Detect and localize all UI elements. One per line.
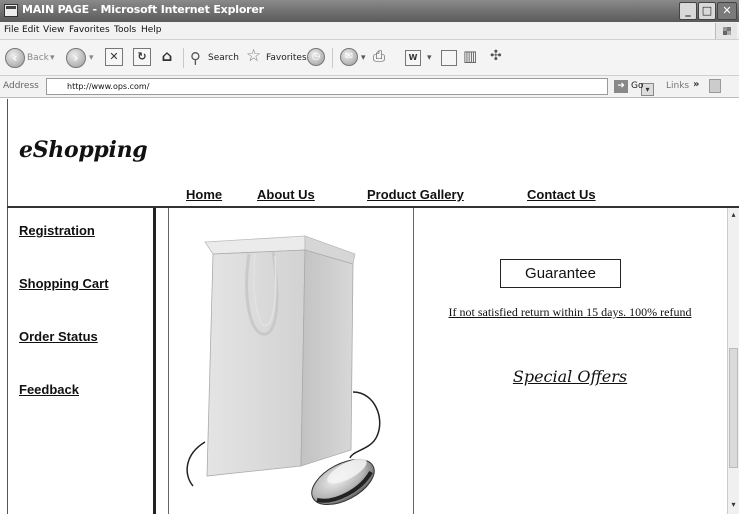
forward-icon[interactable]: › [66, 48, 86, 68]
close-button[interactable]: ✕ [717, 2, 737, 20]
go-button[interactable]: Go [631, 81, 643, 91]
address-input[interactable]: http://www.ops.com/ ▾ [46, 78, 654, 96]
favorites-icon[interactable]: ☆ [246, 46, 261, 66]
window-title: MAIN PAGE - Microsoft Internet Explorer [22, 3, 264, 16]
address-url[interactable]: http://www.ops.com/ [67, 82, 149, 91]
guarantee-badge: Guarantee [500, 259, 621, 288]
back-label[interactable]: Back [27, 53, 49, 63]
nav-link-product-gallery[interactable]: Product Gallery [367, 187, 464, 202]
scroll-thumb[interactable] [729, 348, 738, 468]
mail-dropdown-icon[interactable]: ▾ [361, 53, 366, 63]
edit-icon[interactable]: W [405, 50, 421, 66]
side-link-order-status[interactable]: Order Status [19, 329, 98, 344]
search-button[interactable]: Search [208, 53, 239, 63]
guarantee-policy-link[interactable]: If not satisfied return within 15 days. … [420, 304, 720, 321]
shopping-bag-image [186, 235, 381, 506]
nav-link-contact-us[interactable]: Contact Us [527, 187, 596, 202]
print-icon[interactable]: ⎙ [373, 47, 385, 65]
side-link-feedback[interactable]: Feedback [19, 382, 79, 397]
menu-view[interactable]: View [43, 25, 64, 35]
search-icon[interactable]: ⚲ [190, 49, 201, 67]
research-icon[interactable]: ▥ [463, 47, 477, 65]
links-chevron-icon[interactable]: » [693, 79, 699, 90]
ie-window-icon[interactable] [4, 4, 18, 17]
links-label[interactable]: Links [666, 81, 689, 91]
toolbar-extra-icon[interactable] [709, 79, 721, 93]
special-offers-link[interactable]: Special Offers [420, 367, 720, 386]
column-divider [153, 208, 156, 514]
standard-toolbar: ‹ Back ▾ › ▾ ✕ ↻ ⌂ ⚲ Search ☆ Favorites … [0, 40, 739, 76]
back-dropdown-icon[interactable]: ▾ [50, 53, 55, 63]
nav-link-about-us[interactable]: About Us [257, 187, 315, 202]
toolbar-separator [332, 48, 333, 68]
vertical-scrollbar[interactable]: ▴ ▾ [727, 208, 739, 514]
menu-file[interactable]: File [4, 25, 19, 35]
stop-icon[interactable]: ✕ [105, 48, 123, 66]
discuss-icon[interactable] [441, 50, 457, 66]
edit-dropdown-icon[interactable]: ▾ [427, 53, 432, 63]
side-link-registration[interactable]: Registration [19, 223, 95, 238]
scroll-up-arrow-icon[interactable]: ▴ [728, 210, 739, 221]
page-viewport: eShopping Home About Us Product Gallery … [0, 99, 739, 514]
forward-dropdown-icon[interactable]: ▾ [89, 53, 94, 63]
menu-edit[interactable]: Edit [22, 25, 39, 35]
menu-tools[interactable]: Tools [114, 25, 136, 35]
nav-link-home[interactable]: Home [186, 187, 222, 202]
header-divider [7, 206, 739, 208]
favorites-button[interactable]: Favorites [266, 53, 307, 63]
minimize-button[interactable]: _ [679, 2, 697, 20]
menu-help[interactable]: Help [141, 25, 162, 35]
go-arrow-icon[interactable]: ➜ [614, 80, 628, 93]
messenger-icon[interactable]: ✣ [490, 48, 502, 64]
viewport-left-border [7, 99, 8, 514]
history-icon[interactable]: ◷ [307, 48, 325, 66]
maximize-button[interactable]: □ [698, 2, 716, 20]
site-logo: eShopping [19, 137, 148, 163]
scroll-down-arrow-icon[interactable]: ▾ [728, 500, 739, 511]
back-icon[interactable]: ‹ [5, 48, 25, 68]
menu-bar: File Edit View Favorites Tools Help [0, 22, 739, 40]
column-divider [413, 208, 414, 514]
toolbar-separator [183, 48, 184, 68]
side-link-shopping-cart[interactable]: Shopping Cart [19, 276, 109, 291]
refresh-icon[interactable]: ↻ [133, 48, 151, 66]
home-icon[interactable]: ⌂ [158, 48, 176, 66]
mail-icon[interactable]: ✉ [340, 48, 358, 66]
address-label: Address [3, 81, 39, 91]
address-bar: Address http://www.ops.com/ ▾ ➜ Go Links… [0, 76, 739, 98]
menu-favorites[interactable]: Favorites [69, 25, 110, 35]
column-divider [168, 208, 169, 514]
windows-logo-icon [715, 23, 737, 39]
window-titlebar[interactable]: MAIN PAGE - Microsoft Internet Explorer … [0, 0, 739, 22]
